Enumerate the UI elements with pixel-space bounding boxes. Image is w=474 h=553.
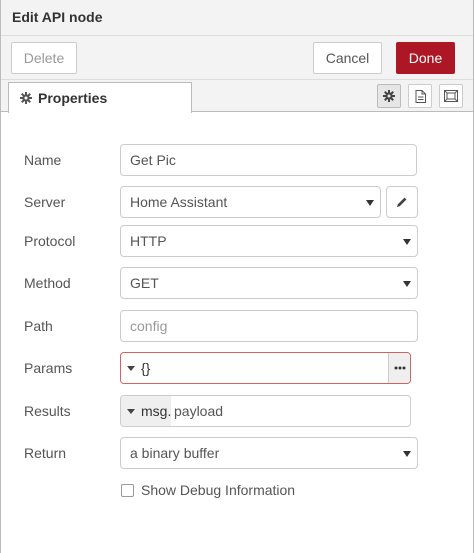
expand-editor-button[interactable] bbox=[388, 353, 410, 383]
chevron-down-icon bbox=[366, 200, 374, 206]
tray-toolbar: Delete Cancel Done bbox=[1, 36, 473, 80]
server-row: Server Home Assistant bbox=[24, 186, 424, 218]
method-value: GET bbox=[130, 275, 159, 291]
cancel-button[interactable]: Cancel bbox=[313, 42, 382, 74]
tray-title: Edit API node bbox=[12, 9, 103, 25]
chevron-down-icon bbox=[403, 239, 411, 245]
pencil-icon bbox=[397, 197, 407, 207]
tab-label: Properties bbox=[38, 90, 108, 106]
done-button[interactable]: Done bbox=[396, 42, 455, 74]
method-select[interactable]: GET bbox=[120, 267, 418, 299]
name-input[interactable]: Get Pic bbox=[120, 144, 417, 176]
ellipsis-icon bbox=[394, 366, 405, 370]
debug-row: Show Debug Information bbox=[121, 481, 295, 499]
params-row: Params {} bbox=[24, 352, 424, 384]
server-value: Home Assistant bbox=[130, 194, 228, 210]
return-value: a binary buffer bbox=[130, 445, 220, 461]
chevron-down-icon bbox=[127, 408, 135, 414]
protocol-label: Protocol bbox=[24, 233, 76, 249]
delete-button[interactable]: Delete bbox=[11, 42, 77, 74]
name-label: Name bbox=[24, 152, 62, 168]
params-type-select[interactable]: {} bbox=[121, 353, 151, 383]
edit-server-button[interactable] bbox=[386, 186, 418, 218]
results-value: payload bbox=[174, 403, 224, 419]
chevron-down-icon bbox=[403, 451, 411, 457]
path-input[interactable]: config bbox=[120, 310, 418, 342]
protocol-value: HTTP bbox=[130, 233, 167, 249]
debug-checkbox[interactable] bbox=[121, 483, 134, 497]
params-type-label: {} bbox=[141, 360, 151, 376]
return-label: Return bbox=[24, 445, 67, 461]
path-label: Path bbox=[24, 318, 53, 334]
method-label: Method bbox=[24, 275, 71, 291]
node-settings-gear-icon[interactable] bbox=[377, 84, 401, 108]
results-label: Results bbox=[24, 403, 71, 419]
tray-header: Edit API node bbox=[1, 0, 473, 36]
path-row: Path config bbox=[24, 310, 424, 342]
frame-icon[interactable] bbox=[439, 84, 463, 108]
return-select[interactable]: a binary buffer bbox=[120, 437, 418, 469]
chevron-down-icon bbox=[127, 365, 135, 371]
results-type-label: msg. bbox=[141, 403, 172, 419]
gear-icon bbox=[20, 92, 32, 104]
debug-label[interactable]: Show Debug Information bbox=[141, 482, 295, 498]
edit-node-tray: Edit API node Delete Cancel Done Propert… bbox=[0, 0, 474, 553]
server-label: Server bbox=[24, 194, 66, 210]
tab-properties[interactable]: Properties bbox=[8, 82, 192, 113]
chevron-down-icon bbox=[403, 281, 411, 287]
name-row: Name Get Pic bbox=[24, 144, 424, 176]
protocol-select[interactable]: HTTP bbox=[120, 225, 418, 257]
results-typed-input[interactable]: msg. payload bbox=[120, 395, 411, 427]
protocol-row: Protocol HTTP bbox=[24, 225, 424, 257]
params-typed-input[interactable]: {} bbox=[120, 352, 411, 384]
params-label: Params bbox=[24, 360, 73, 376]
results-row: Results msg. payload bbox=[24, 395, 424, 427]
tabs-bar: Properties bbox=[1, 80, 473, 113]
document-icon[interactable] bbox=[408, 84, 432, 108]
method-row: Method GET bbox=[24, 267, 424, 299]
server-select[interactable]: Home Assistant bbox=[120, 186, 381, 218]
return-row: Return a binary buffer bbox=[24, 437, 424, 469]
results-type-select[interactable]: msg. bbox=[121, 396, 171, 426]
